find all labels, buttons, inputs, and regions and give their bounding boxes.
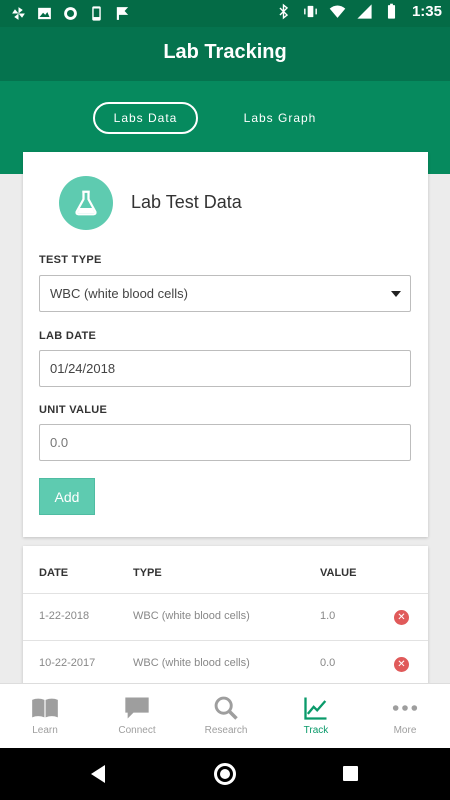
- unit-value-label: UNIT VALUE: [39, 404, 108, 416]
- image-icon: [38, 7, 51, 20]
- nav-label: Track: [303, 725, 329, 736]
- more-dots-icon: [392, 705, 418, 711]
- nav-label: Learn: [32, 725, 58, 736]
- lab-test-form-card: Lab Test Data TEST TYPE WBC (white blood…: [23, 152, 428, 537]
- test-type-value: WBC (white blood cells): [50, 286, 188, 301]
- back-icon[interactable]: [91, 765, 105, 783]
- page-title: Lab Tracking: [163, 41, 287, 63]
- lab-icon-badge: [59, 176, 113, 230]
- book-icon: [32, 698, 58, 718]
- row-value: 1.0: [320, 610, 336, 622]
- table-row: 10-22-2017 WBC (white blood cells) 0.0 ✕: [23, 640, 428, 686]
- status-bar: 1:35: [0, 0, 450, 27]
- lab-date-label: LAB DATE: [39, 330, 97, 342]
- nav-learn[interactable]: Learn: [0, 684, 90, 749]
- nav-label: Research: [204, 725, 248, 736]
- chat-bubble-icon: [125, 697, 149, 719]
- dropdown-arrow-icon: [391, 291, 401, 297]
- delete-icon[interactable]: ✕: [394, 657, 409, 672]
- phone-notification-icon: [92, 6, 101, 21]
- table-row: 1-22-2018 WBC (white blood cells) 1.0 ✕: [23, 593, 428, 640]
- test-type-label: TEST TYPE: [39, 254, 102, 266]
- column-header-value: VALUE: [320, 567, 357, 579]
- tab-labs-graph[interactable]: Labs Graph: [230, 102, 330, 134]
- row-date: 1-22-2018: [39, 610, 90, 622]
- tab-labs-data[interactable]: Labs Data: [93, 102, 198, 134]
- nav-label: More: [393, 725, 417, 736]
- bottom-navigation: Learn Connect Research Track More: [0, 683, 450, 748]
- battery-icon: [387, 3, 396, 19]
- row-type: WBC (white blood cells): [133, 657, 250, 669]
- flask-icon: [75, 190, 97, 216]
- nav-track[interactable]: Track: [271, 684, 361, 749]
- signal-icon: [357, 4, 372, 19]
- nav-connect[interactable]: Connect: [92, 684, 182, 749]
- vibrate-icon: [304, 5, 317, 18]
- bluetooth-icon: [279, 3, 289, 20]
- circle-record-icon: [64, 7, 77, 20]
- home-icon[interactable]: [214, 763, 236, 785]
- clock-time: 1:35: [411, 3, 442, 20]
- column-header-date: DATE: [39, 567, 69, 579]
- app-bar: Lab Tracking: [0, 27, 450, 81]
- lab-date-value: 01/24/2018: [50, 361, 116, 376]
- check-flag-icon: [116, 7, 129, 20]
- row-value: 0.0: [320, 657, 336, 669]
- unit-value-field[interactable]: 0.0: [39, 424, 411, 461]
- row-type: WBC (white blood cells): [133, 610, 250, 622]
- search-icon: [214, 696, 238, 720]
- nav-research[interactable]: Research: [181, 684, 271, 749]
- delete-icon[interactable]: ✕: [394, 610, 409, 625]
- unit-value-placeholder: 0.0: [50, 435, 69, 450]
- pinwheel-icon: [12, 7, 25, 20]
- wifi-icon: [329, 5, 346, 18]
- test-type-select[interactable]: WBC (white blood cells): [39, 275, 411, 312]
- form-title: Lab Test Data: [131, 192, 242, 212]
- lab-date-field[interactable]: 01/24/2018: [39, 350, 411, 387]
- row-date: 10-22-2017: [39, 657, 96, 669]
- line-chart-icon: [304, 697, 327, 720]
- nav-more[interactable]: More: [360, 684, 450, 749]
- lab-records-table: DATE TYPE VALUE 1-22-2018 WBC (white blo…: [23, 546, 428, 686]
- system-navigation-bar: [0, 748, 450, 800]
- nav-label: Connect: [118, 725, 156, 736]
- recent-apps-icon[interactable]: [343, 766, 358, 781]
- add-button[interactable]: Add: [39, 478, 95, 515]
- column-header-type: TYPE: [133, 567, 162, 579]
